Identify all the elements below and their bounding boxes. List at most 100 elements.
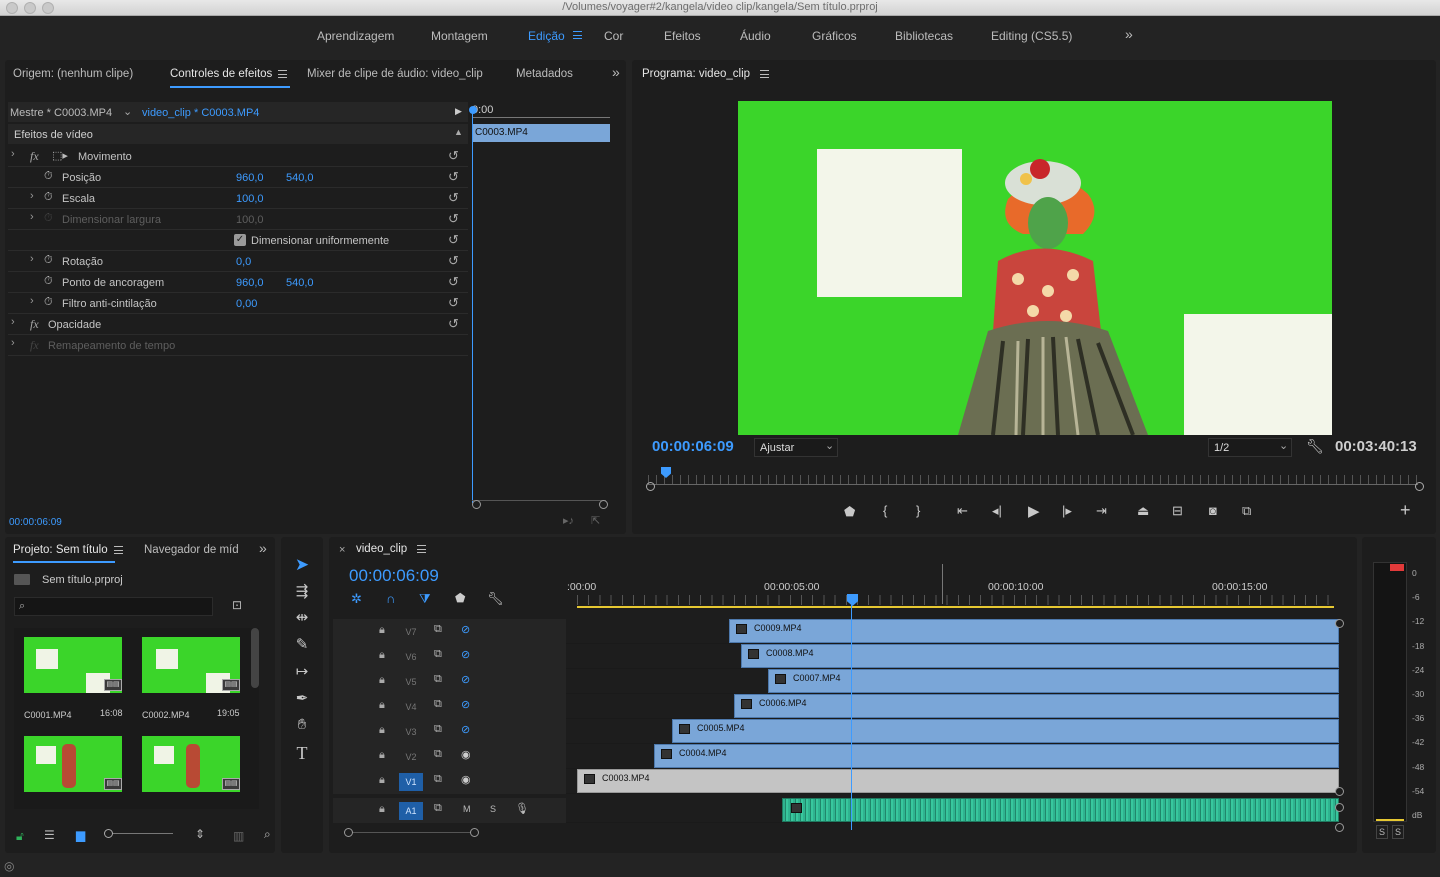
effect-row[interactable]: › ⏱︎ Rotação 0,0 ↺	[8, 251, 468, 272]
lock-icon[interactable]: 🔒︎	[379, 803, 385, 816]
timeline-scrollbar[interactable]	[344, 832, 474, 833]
resolution-dropdown[interactable]: 1/2 ⌄	[1208, 438, 1292, 457]
track-target[interactable]: V6	[399, 648, 423, 666]
sync-lock-icon[interactable]: ⧉	[434, 623, 442, 636]
checkbox-uniform-scale[interactable]: ✓	[234, 234, 246, 246]
track-target[interactable]: V5	[399, 673, 423, 691]
track-scroll-handle[interactable]	[1335, 619, 1344, 628]
scroll-handle-right[interactable]	[470, 828, 479, 837]
timeline-clip[interactable]: C0008.MP4	[741, 644, 1339, 668]
track-target[interactable]: V4	[399, 698, 423, 716]
effect-row[interactable]: ⏱︎ Posição 960,0 540,0 ↺	[8, 167, 468, 188]
sync-lock-icon[interactable]: ⧉	[434, 802, 442, 815]
mark-out-icon[interactable]: }	[916, 503, 920, 518]
workspace-montagem[interactable]: Montagem	[431, 29, 488, 43]
twirl-icon[interactable]: ›	[30, 190, 34, 202]
sequence-clip-label[interactable]: video_clip * C0003.MP4	[142, 107, 259, 119]
zoom-handle-right[interactable]	[1415, 482, 1424, 491]
type-tool-icon[interactable]: T	[290, 743, 314, 765]
effect-row[interactable]: › ⏱︎ Dimensionar largura 100,0 ↺	[8, 209, 468, 230]
more-workspaces-icon[interactable]: »	[1125, 26, 1133, 42]
eye-hidden-icon[interactable]: ⊘	[461, 673, 470, 686]
filter-icon[interactable]: ▸♪	[563, 514, 574, 527]
workspace-graficos[interactable]: Gráficos	[812, 29, 857, 43]
workspace-aprendizagem[interactable]: Aprendizagem	[317, 29, 394, 43]
stopwatch-icon[interactable]: ⏱︎	[44, 191, 53, 204]
compare-view-icon[interactable]: ⧉	[1242, 503, 1251, 519]
scroll-handle-left[interactable]	[472, 500, 481, 509]
effect-row[interactable]: ⏱︎ Ponto de ancoragem 960,0 540,0 ↺	[8, 272, 468, 293]
microphone-icon[interactable]: 🎙︎	[515, 802, 529, 815]
transform-icon[interactable]: ⬚▸	[52, 149, 68, 162]
tab-metadata[interactable]: Metadados	[516, 68, 573, 80]
zoom-slider-handle[interactable]	[104, 829, 113, 838]
step-forward-icon[interactable]: |▸	[1062, 503, 1072, 519]
panel-menu-icon[interactable]	[760, 69, 770, 78]
effect-value-1[interactable]: 0,00	[236, 298, 257, 310]
zoom-slider[interactable]	[105, 833, 173, 834]
stopwatch-icon[interactable]: ⏱︎	[44, 170, 53, 183]
twirl-icon[interactable]: ›	[30, 295, 34, 307]
thumbnail-c0003[interactable]: ▤▤	[24, 736, 122, 792]
more-tabs-icon[interactable]: »	[259, 540, 267, 556]
chevron-down-icon[interactable]: ⌄	[123, 105, 132, 118]
timeline-ruler-ticks[interactable]	[577, 595, 1334, 605]
timeline-clip[interactable]: C0006.MP4	[734, 694, 1339, 718]
workspace-audio[interactable]: Áudio	[740, 29, 771, 43]
work-area-bar[interactable]	[577, 606, 1334, 608]
lock-icon[interactable]: 🔒︎	[379, 699, 385, 712]
stopwatch-icon[interactable]: ⏱︎	[44, 254, 53, 267]
track-target[interactable]: V7	[399, 623, 423, 641]
sync-lock-icon[interactable]: ⧉	[434, 648, 442, 661]
thumbnail-c0004[interactable]: ▤▤	[142, 736, 240, 792]
timeline-clip[interactable]: C0009.MP4	[729, 619, 1339, 643]
track-scroll-handle[interactable]	[1335, 803, 1344, 812]
lock-icon[interactable]: 🔒︎	[379, 724, 385, 737]
bin-scrollbar[interactable]	[251, 628, 259, 688]
eye-hidden-icon[interactable]: ⊘	[461, 648, 470, 661]
sync-lock-icon[interactable]: ⧉	[434, 723, 442, 736]
hand-tool-icon[interactable]: ✋︎	[290, 716, 314, 738]
add-button-icon[interactable]: +	[1400, 500, 1411, 521]
find-icon[interactable]: ⌕	[264, 827, 271, 842]
reset-icon[interactable]: ↺	[448, 253, 459, 269]
effect-row[interactable]: › fx Remapeamento de tempo	[8, 335, 468, 356]
effect-value-1[interactable]: 0,0	[236, 256, 251, 268]
tab-media-browser[interactable]: Navegador de míd	[144, 544, 239, 556]
lock-icon[interactable]: 🔓︎	[16, 829, 24, 844]
sync-lock-icon[interactable]: ⧉	[434, 698, 442, 711]
eye-hidden-icon[interactable]: ⊘	[461, 723, 470, 736]
panel-menu-icon[interactable]	[417, 544, 427, 553]
twirl-icon[interactable]: ›	[11, 337, 15, 349]
scroll-handle-right[interactable]	[599, 500, 608, 509]
lock-icon[interactable]: 🔒︎	[379, 674, 385, 687]
twirl-icon[interactable]: ›	[11, 316, 15, 328]
stopwatch-icon[interactable]: ⏱︎	[44, 212, 53, 225]
tab-effect-controls[interactable]: Controles de efeitos	[170, 68, 288, 80]
workspace-edicao[interactable]: Edição	[528, 29, 565, 43]
export-frame-icon[interactable]: ◙	[1209, 503, 1217, 518]
fit-dropdown[interactable]: Ajustar ⌄	[754, 438, 838, 457]
reset-icon[interactable]: ↺	[448, 211, 459, 227]
reset-icon[interactable]: ↺	[448, 232, 459, 248]
snap-magnet-icon[interactable]: ∩	[386, 591, 395, 606]
close-sequence-icon[interactable]: ×	[339, 544, 345, 556]
timeline-timecode[interactable]: 00:00:06:09	[349, 566, 439, 586]
twirl-icon[interactable]: ›	[30, 253, 34, 265]
icon-view-icon[interactable]: ▆	[76, 828, 85, 842]
selection-tool-icon[interactable]: ➤	[290, 555, 314, 577]
panel-menu-icon[interactable]	[113, 545, 123, 554]
track-target[interactable]: A1	[399, 802, 423, 820]
timeline-clip[interactable]: C0007.MP4	[768, 669, 1339, 693]
reset-icon[interactable]: ↺	[448, 274, 459, 290]
more-tabs-icon[interactable]: »	[612, 64, 620, 80]
zoom-handle-left[interactable]	[646, 482, 655, 491]
search-input[interactable]: ⌕	[14, 597, 213, 616]
reset-icon[interactable]: ↺	[448, 295, 459, 311]
program-current-timecode[interactable]: 00:00:06:09	[652, 438, 734, 455]
workspace-editing-cs55[interactable]: Editing (CS5.5)	[991, 29, 1072, 43]
lock-icon[interactable]: 🔒︎	[379, 749, 385, 762]
eye-icon[interactable]: ◉	[461, 773, 471, 786]
timeline-clip[interactable]: C0005.MP4	[672, 719, 1339, 743]
sync-lock-icon[interactable]: ⧉	[434, 748, 442, 761]
